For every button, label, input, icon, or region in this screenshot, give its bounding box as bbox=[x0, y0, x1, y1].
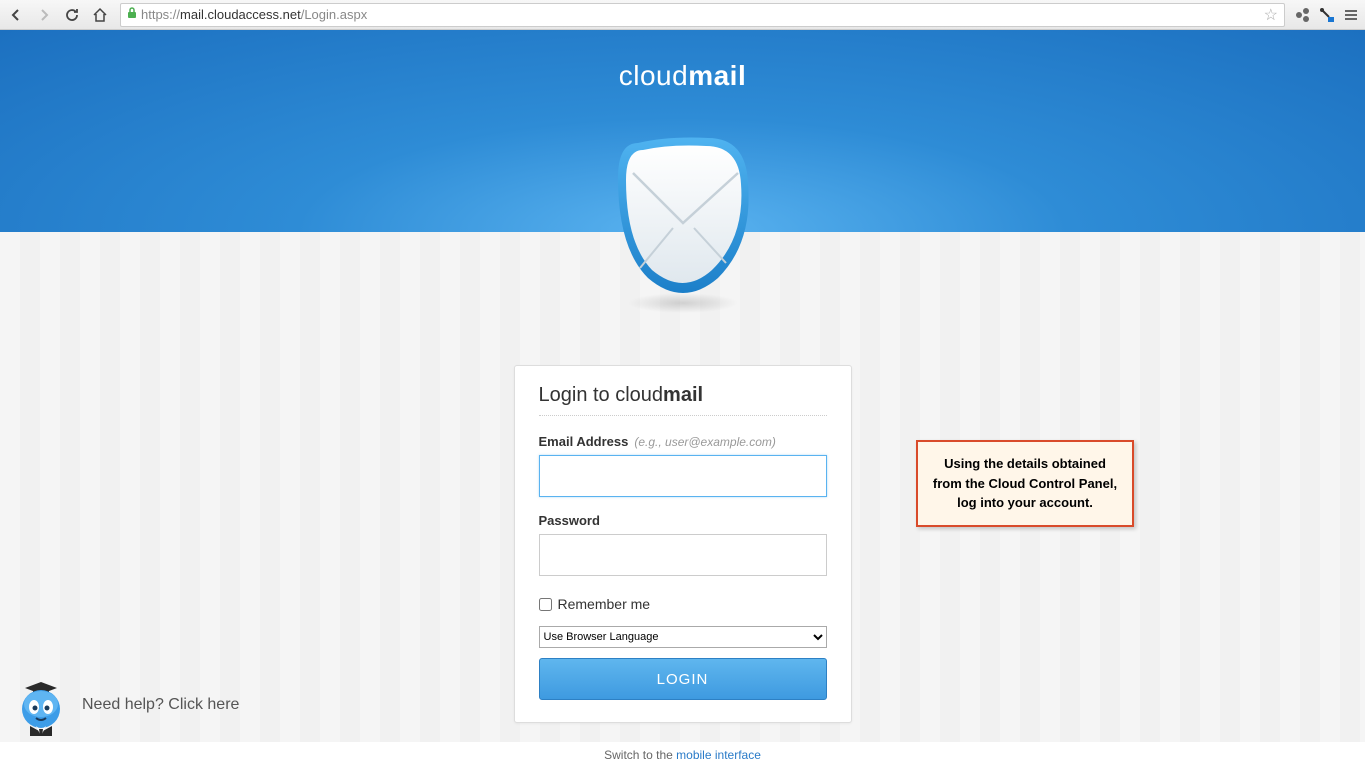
help-text: Need help? Click here bbox=[82, 696, 239, 714]
browser-toolbar: https://mail.cloudaccess.net/Login.aspx … bbox=[0, 0, 1365, 30]
email-input[interactable] bbox=[539, 455, 827, 497]
lock-icon bbox=[127, 7, 137, 22]
email-label: Email Address(e.g., user@example.com) bbox=[539, 434, 827, 449]
help-widget[interactable]: Need help? Click here bbox=[10, 674, 239, 736]
login-button[interactable]: LOGIN bbox=[539, 658, 827, 700]
extension-icon-2[interactable] bbox=[1317, 5, 1337, 25]
switch-interface-text: Switch to the mobile interface bbox=[604, 748, 761, 762]
bookmark-star-icon[interactable]: ☆ bbox=[1264, 5, 1278, 25]
home-button[interactable] bbox=[88, 3, 112, 27]
instruction-callout: Using the details obtained from the Clou… bbox=[916, 440, 1134, 527]
login-panel: Login to cloudmail Email Address(e.g., u… bbox=[514, 365, 852, 723]
url-bar[interactable]: https://mail.cloudaccess.net/Login.aspx … bbox=[120, 3, 1285, 27]
login-title: Login to cloudmail bbox=[539, 384, 827, 416]
brand-logo-text: cloudmail bbox=[619, 60, 746, 92]
menu-button[interactable] bbox=[1341, 5, 1361, 25]
url-text: https://mail.cloudaccess.net/Login.aspx bbox=[141, 7, 1264, 22]
password-label: Password bbox=[539, 513, 827, 528]
back-button[interactable] bbox=[4, 3, 28, 27]
mobile-interface-link[interactable]: mobile interface bbox=[676, 748, 761, 762]
mail-logo-icon bbox=[598, 128, 768, 318]
password-input[interactable] bbox=[539, 534, 827, 576]
help-avatar-icon bbox=[10, 674, 72, 736]
extension-icon-1[interactable] bbox=[1293, 5, 1313, 25]
language-select[interactable]: Use Browser Language bbox=[539, 626, 827, 648]
remember-checkbox[interactable] bbox=[539, 598, 552, 611]
reload-button[interactable] bbox=[60, 3, 84, 27]
page-content: cloudmail bbox=[0, 30, 1365, 742]
forward-button[interactable] bbox=[32, 3, 56, 27]
remember-label[interactable]: Remember me bbox=[558, 596, 651, 612]
